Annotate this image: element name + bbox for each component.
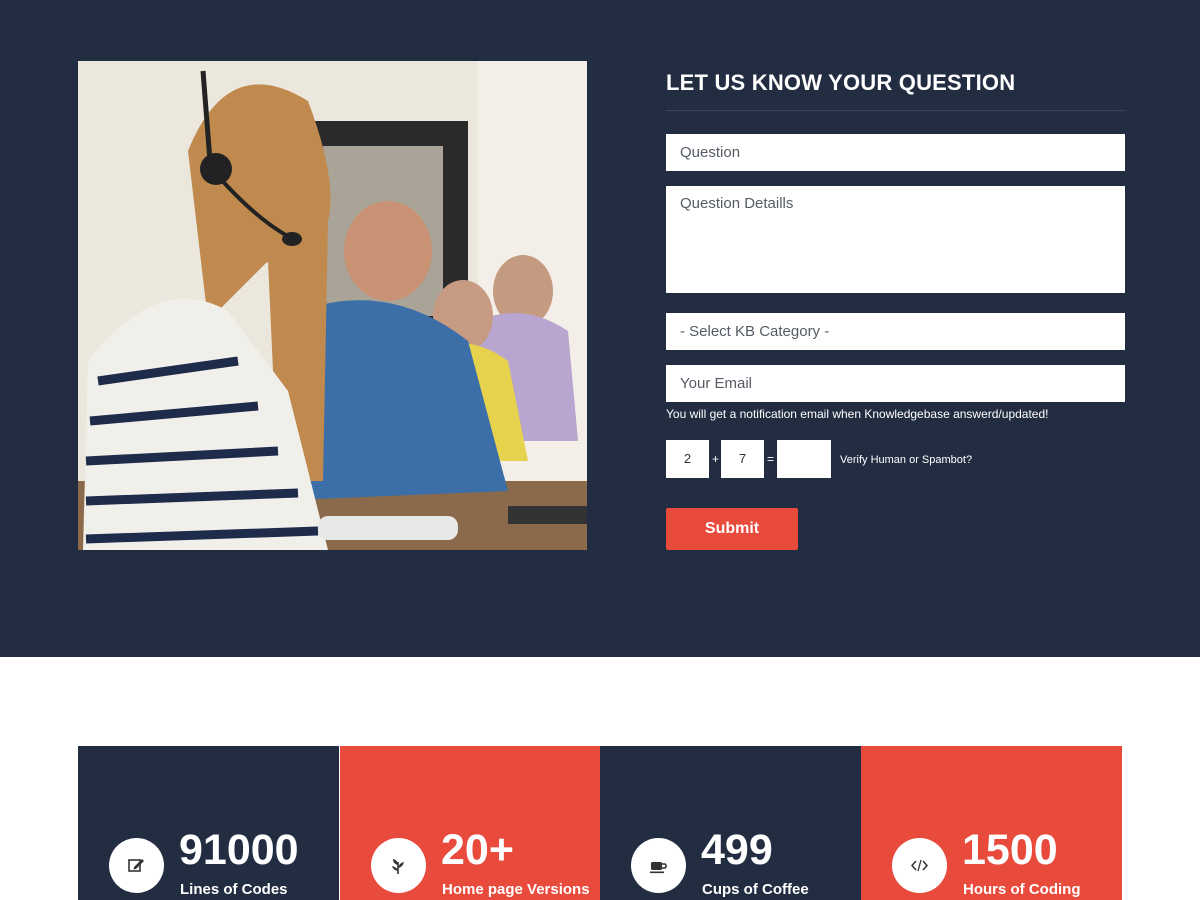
- captcha-label: Verify Human or Spambot?: [840, 454, 973, 466]
- notification-notice: You will get a notification email when K…: [666, 407, 1049, 421]
- stat-lines-of-codes: 91000 Lines of Codes: [78, 746, 339, 900]
- stat-cups-of-coffee: 499 Cups of Coffee: [600, 746, 861, 900]
- captcha-answer-input[interactable]: [777, 440, 831, 478]
- form-title: LET US KNOW YOUR QUESTION: [666, 61, 1125, 111]
- code-icon: [910, 859, 929, 872]
- stat-label: Home page Versions: [442, 881, 590, 898]
- captcha-equals-sign: =: [767, 452, 775, 466]
- stat-icon-circle: [631, 838, 686, 893]
- stat-label: Cups of Coffee: [702, 881, 809, 898]
- stat-label: Hours of Coding: [963, 881, 1081, 898]
- captcha-first-number: 2: [666, 440, 709, 478]
- stat-hours-of-coding: 1500 Hours of Coding: [861, 746, 1122, 900]
- edit-icon: [128, 859, 144, 872]
- stats-row: 91000 Lines of Codes 20+ Home page Versi…: [78, 746, 1122, 900]
- support-agents-photo: [78, 61, 587, 550]
- leaf-icon: [392, 859, 404, 874]
- coffee-cup-icon: [650, 862, 667, 874]
- captcha: 2 + 7 = Verify Human or Spambot?: [666, 440, 1125, 478]
- stat-value: 1500: [962, 826, 1058, 874]
- submit-button[interactable]: Submit: [666, 508, 798, 550]
- stat-value: 91000: [179, 826, 299, 874]
- stat-label: Lines of Codes: [180, 881, 288, 898]
- question-section: LET US KNOW YOUR QUESTION Question Quest…: [0, 0, 1200, 657]
- captcha-second-number: 7: [721, 440, 764, 478]
- stat-value: 20+: [441, 826, 514, 874]
- stat-icon-circle: [892, 838, 947, 893]
- kb-category-select[interactable]: - Select KB Category -: [666, 313, 1125, 350]
- stat-value: 499: [701, 826, 773, 874]
- captcha-plus-sign: +: [712, 452, 720, 466]
- question-details-textarea[interactable]: Question Detaills: [666, 186, 1125, 293]
- stat-home-page-versions: 20+ Home page Versions: [340, 746, 601, 900]
- stat-icon-circle: [371, 838, 426, 893]
- email-field[interactable]: Your Email: [666, 365, 1125, 402]
- question-input[interactable]: Question: [666, 134, 1125, 171]
- question-form: LET US KNOW YOUR QUESTION Question Quest…: [666, 61, 1125, 550]
- stat-icon-circle: [109, 838, 164, 893]
